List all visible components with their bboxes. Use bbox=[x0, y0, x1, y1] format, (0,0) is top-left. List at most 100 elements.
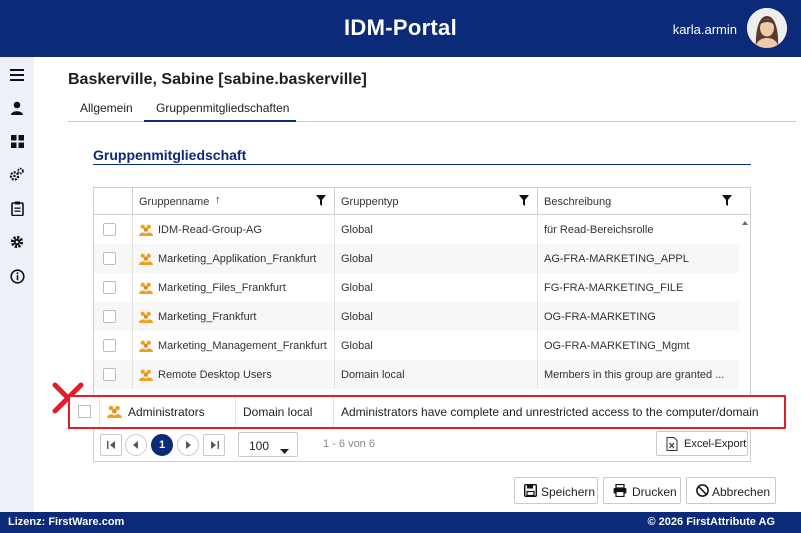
row-checkbox[interactable] bbox=[78, 405, 91, 418]
group-description: für Read-Bereichsrolle bbox=[544, 224, 654, 236]
cell-beschreibung: Administrators have complete and unrestr… bbox=[334, 397, 784, 427]
row-select-cell bbox=[94, 244, 133, 273]
group-type: Global bbox=[341, 311, 373, 323]
sort-ascending-icon[interactable]: ↑ bbox=[215, 194, 221, 206]
active-tab-indicator bbox=[144, 120, 296, 122]
table-row[interactable]: IDM-Read-Group-AG Global für Read-Bereichs… bbox=[94, 215, 739, 244]
user-avatar[interactable] bbox=[747, 8, 787, 48]
cell-gruppentyp: Global bbox=[335, 273, 538, 302]
previous-page-button[interactable] bbox=[125, 434, 147, 456]
cell-gruppentyp: Global bbox=[335, 302, 538, 331]
grid-header: Gruppenname ↑ Gruppentyp Beschreibung bbox=[94, 188, 750, 215]
save-button[interactable]: Speichern bbox=[514, 477, 598, 504]
group-description: OG-FRA-MARKETING bbox=[544, 311, 656, 323]
row-checkbox[interactable] bbox=[103, 339, 116, 352]
save-icon bbox=[523, 483, 538, 500]
filter-icon[interactable] bbox=[316, 195, 326, 209]
cell-beschreibung: für Read-Bereichsrolle bbox=[538, 215, 739, 244]
filter-icon[interactable] bbox=[519, 195, 529, 209]
cell-gruppenname: Marketing_Management_Frankfurt bbox=[133, 331, 335, 360]
pager-info: 1 - 6 von 6 bbox=[323, 438, 375, 450]
current-page-button[interactable]: 1 bbox=[151, 434, 173, 456]
row-select-cell bbox=[94, 215, 133, 244]
cancel-button[interactable]: Abbrechen bbox=[686, 477, 776, 504]
cell-gruppentyp: Global bbox=[335, 244, 538, 273]
section-divider bbox=[93, 164, 751, 165]
group-description: Administrators have complete and unrestr… bbox=[341, 405, 759, 419]
group-name: Administrators bbox=[128, 405, 205, 419]
tab-bar: Allgemein Gruppenmitgliedschaften bbox=[68, 96, 796, 122]
select-column-header bbox=[94, 188, 133, 215]
cell-beschreibung: OG-FRA-MARKETING bbox=[538, 302, 739, 331]
tab-gruppenmitgliedschaften[interactable]: Gruppenmitgliedschaften bbox=[156, 101, 289, 115]
table-row[interactable]: Marketing_Files_Frankfurt Global FG-FRA-MA… bbox=[94, 273, 739, 302]
cell-gruppentyp: Domain local bbox=[335, 360, 538, 389]
table-row[interactable]: Marketing_Applikation_Frankfurt Global AG-… bbox=[94, 244, 739, 273]
cell-beschreibung: FG-FRA-MARKETING_FILE bbox=[538, 273, 739, 302]
menu-icon[interactable] bbox=[5, 63, 29, 87]
current-user-name[interactable]: karla.armin bbox=[673, 22, 737, 37]
column-header-gruppentyp[interactable]: Gruppentyp bbox=[335, 188, 538, 215]
cell-gruppenname: Administrators bbox=[100, 397, 236, 427]
cell-gruppenname: IDM-Read-Group-AG bbox=[133, 215, 335, 244]
group-type: Global bbox=[341, 224, 373, 236]
excel-export-button[interactable]: Excel-Export bbox=[656, 431, 748, 456]
tab-allgemein[interactable]: Allgemein bbox=[80, 101, 133, 115]
next-page-button[interactable] bbox=[177, 434, 199, 456]
group-icon bbox=[107, 404, 122, 421]
group-type: Domain local bbox=[243, 405, 313, 419]
row-checkbox[interactable] bbox=[103, 252, 116, 265]
row-checkbox[interactable] bbox=[103, 223, 116, 236]
first-page-button[interactable] bbox=[100, 434, 122, 456]
clipboard-icon[interactable] bbox=[5, 196, 29, 220]
group-icon bbox=[139, 368, 153, 384]
column-header-beschreibung[interactable]: Beschreibung bbox=[538, 188, 740, 215]
group-name: Marketing_Frankfurt bbox=[158, 311, 257, 323]
row-checkbox[interactable] bbox=[103, 368, 116, 381]
print-button[interactable]: Drucken bbox=[603, 477, 681, 504]
group-name: Remote Desktop Users bbox=[158, 369, 272, 381]
cell-gruppenname: Remote Desktop Users bbox=[133, 360, 335, 389]
excel-export-label: Excel-Export bbox=[684, 438, 747, 450]
copyright-text: © 2026 FirstAttribute AG bbox=[647, 516, 776, 528]
grid-pager: 1 100 1 - 6 von 6 Excel-Export bbox=[93, 427, 751, 461]
group-icon bbox=[139, 310, 153, 326]
column-label-beschreibung: Beschreibung bbox=[544, 196, 612, 208]
group-icon bbox=[139, 223, 153, 239]
cell-gruppenname: Marketing_Files_Frankfurt bbox=[133, 273, 335, 302]
dashboard-icon[interactable] bbox=[5, 129, 29, 153]
group-description: AG-FRA-MARKETING_APPL bbox=[544, 253, 689, 265]
row-checkbox[interactable] bbox=[103, 310, 116, 323]
cell-gruppenname: Marketing_Frankfurt bbox=[133, 302, 335, 331]
table-row[interactable]: Remote Desktop Users Domain local Members … bbox=[94, 360, 739, 389]
excel-file-icon bbox=[666, 437, 678, 454]
filter-icon[interactable] bbox=[722, 195, 732, 209]
column-label-gruppenname: Gruppenname bbox=[139, 196, 210, 208]
cell-beschreibung: Members in this group are granted ... bbox=[538, 360, 739, 389]
column-label-gruppentyp: Gruppentyp bbox=[341, 196, 399, 208]
gear-icon[interactable] bbox=[5, 230, 29, 254]
app-footer: Lizenz: FirstWare.com © 2026 FirstAttrib… bbox=[0, 512, 801, 533]
print-icon bbox=[613, 483, 627, 500]
sidebar bbox=[0, 57, 34, 512]
settings-gears-icon[interactable] bbox=[5, 162, 29, 186]
info-icon[interactable] bbox=[5, 264, 29, 288]
table-row[interactable]: Marketing_Frankfurt Global OG-FRA-MARKETIN… bbox=[94, 302, 739, 331]
page-size-select[interactable]: 100 bbox=[238, 432, 298, 457]
group-description: FG-FRA-MARKETING_FILE bbox=[544, 282, 684, 294]
group-type: Domain local bbox=[341, 369, 405, 381]
group-type: Global bbox=[341, 282, 373, 294]
last-page-button[interactable] bbox=[203, 434, 225, 456]
row-checkbox[interactable] bbox=[103, 281, 116, 294]
group-icon bbox=[139, 252, 153, 268]
user-icon[interactable] bbox=[5, 96, 29, 120]
table-row[interactable]: Marketing_Management_Frankfurt Global OG-F… bbox=[94, 331, 739, 360]
group-type: Global bbox=[341, 253, 373, 265]
group-name: Marketing_Management_Frankfurt bbox=[158, 340, 327, 352]
grid-scrollbar[interactable] bbox=[740, 215, 750, 410]
group-name: Marketing_Files_Frankfurt bbox=[158, 282, 286, 294]
app-header: IDM-Portal karla.armin bbox=[0, 0, 801, 57]
highlighted-group-row[interactable]: Administrators Domain local Administrato… bbox=[68, 395, 786, 429]
person-title: Baskerville, Sabine [sabine.baskerville] bbox=[68, 71, 367, 88]
column-header-gruppenname[interactable]: Gruppenname ↑ bbox=[133, 188, 335, 215]
